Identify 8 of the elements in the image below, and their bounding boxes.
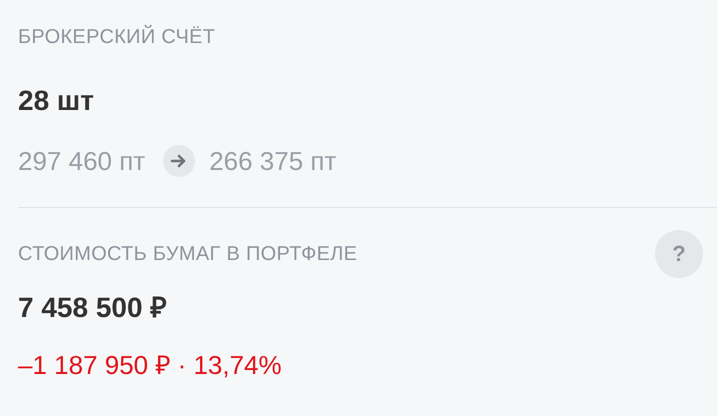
quantity: 28 шт: [18, 85, 95, 117]
current-value: 266 375 пт: [209, 146, 336, 176]
help-button[interactable]: ?: [655, 230, 703, 278]
portfolio-value: 7 458 500 ₽: [18, 292, 168, 324]
section-title: СТОИМОСТЬ БУМАГ В ПОРТФЕЛЕ: [18, 242, 358, 266]
section-title: БРОКЕРСКИЙ СЧЁТ: [18, 25, 216, 49]
value-change: –1 187 950 ₽ · 13,74%: [18, 350, 283, 380]
previous-value: 297 460 пт: [18, 146, 146, 176]
